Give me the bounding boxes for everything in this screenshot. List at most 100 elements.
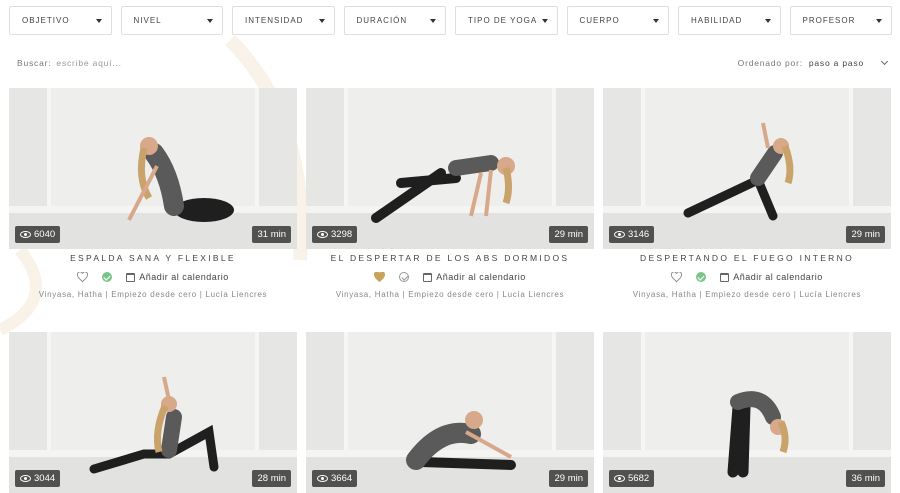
add-to-calendar-button[interactable]: Añadir al calendario <box>126 272 229 282</box>
class-title[interactable]: Despertando el fuego interno <box>603 253 891 264</box>
filter-dropdown-nivel[interactable]: Nivel <box>120 6 223 35</box>
filter-dropdown-intensidad[interactable]: Intensidad <box>232 6 335 35</box>
tag-link[interactable]: Lucía Liencres <box>799 290 861 299</box>
class-title[interactable]: El despertar de los abs dormidos <box>306 253 594 264</box>
search-input[interactable] <box>56 58 177 68</box>
filter-label: Cuerpo <box>579 16 620 25</box>
tag-separator: | <box>696 290 706 299</box>
views-count: 3298 <box>331 229 353 240</box>
filter-dropdown-habilidad[interactable]: Habilidad <box>678 6 781 35</box>
tag-link[interactable]: Empiezo desde cero <box>705 290 791 299</box>
class-tags: Vinyasa, Hatha | Empiezo desde cero | Lu… <box>306 290 594 301</box>
duration-badge: 29 min <box>846 226 885 243</box>
class-title[interactable]: Espalda sana y flexible <box>9 253 297 264</box>
filter-label: Intensidad <box>245 16 304 25</box>
completed-check-icon[interactable] <box>696 272 707 282</box>
eye-icon <box>20 231 31 238</box>
class-thumbnail[interactable]: 3664 29 min <box>306 332 594 493</box>
calendar-icon <box>423 272 433 282</box>
class-actions: Añadir al calendario <box>603 270 891 284</box>
completed-check-icon[interactable] <box>399 272 410 282</box>
class-thumbnail[interactable]: 6040 31 min <box>9 88 297 249</box>
views-count: 3044 <box>34 473 56 484</box>
tag-link[interactable]: Vinyasa, Hatha <box>39 290 103 299</box>
class-thumbnail[interactable]: 5682 36 min <box>603 332 891 493</box>
class-photo <box>306 332 594 493</box>
views-badge: 3298 <box>312 226 358 243</box>
tag-link[interactable]: Vinyasa, Hatha <box>633 290 697 299</box>
filter-dropdown-tipo-de-yoga[interactable]: Tipo de yoga <box>455 6 558 35</box>
add-to-calendar-label: Añadir al calendario <box>139 272 229 282</box>
class-photo <box>603 332 891 493</box>
filter-label: Profesor <box>802 16 856 25</box>
caret-down-icon <box>764 18 771 23</box>
filter-dropdown-duración[interactable]: Duración <box>343 6 446 35</box>
heart-icon[interactable] <box>77 272 89 282</box>
views-badge: 5682 <box>609 470 655 487</box>
filter-dropdown-objetivo[interactable]: Objetivo <box>9 6 112 35</box>
views-badge: 3664 <box>312 470 358 487</box>
heart-icon[interactable] <box>671 272 683 282</box>
filter-bar: Objetivo Nivel Intensidad Duración Tipo de y… <box>9 6 892 35</box>
duration-badge: 29 min <box>549 470 588 487</box>
duration-badge: 36 min <box>846 470 885 487</box>
duration-badge: 28 min <box>252 470 291 487</box>
toolbar: Buscar: Ordenado por: paso a paso <box>17 56 890 70</box>
class-tags: Vinyasa, Hatha | Empiezo desde cero | Lu… <box>603 290 891 301</box>
class-tags: Vinyasa, Hatha | Empiezo desde cero | Lu… <box>9 290 297 301</box>
filter-dropdown-cuerpo[interactable]: Cuerpo <box>566 6 669 35</box>
class-thumbnail[interactable]: 3146 29 min <box>603 88 891 249</box>
add-to-calendar-button[interactable]: Añadir al calendario <box>423 272 526 282</box>
views-count: 5682 <box>628 473 650 484</box>
add-to-calendar-label: Añadir al calendario <box>733 272 823 282</box>
class-card: 3664 29 min <box>306 332 594 493</box>
views-badge: 3044 <box>15 470 61 487</box>
caret-down-icon <box>95 18 102 23</box>
class-photo <box>306 88 594 249</box>
filter-label: Objetivo <box>22 16 70 25</box>
filter-label: Nivel <box>133 16 162 25</box>
eye-icon <box>614 231 625 238</box>
caret-down-icon <box>541 18 548 23</box>
add-to-calendar-button[interactable]: Añadir al calendario <box>720 272 823 282</box>
caret-down-icon <box>207 18 213 23</box>
eye-icon <box>20 475 31 482</box>
completed-check-icon[interactable] <box>102 272 113 282</box>
tag-link[interactable]: Lucía Liencres <box>205 290 267 299</box>
caret-down-icon <box>876 18 882 23</box>
filter-label: Duración <box>356 16 408 25</box>
views-badge: 6040 <box>15 226 61 243</box>
calendar-icon <box>720 272 730 282</box>
filter-dropdown-profesor[interactable]: Profesor <box>789 6 892 35</box>
tag-link[interactable]: Vinyasa, Hatha <box>336 290 400 299</box>
eye-icon <box>614 475 625 482</box>
chevron-down-icon <box>880 57 889 66</box>
class-photo <box>9 332 297 493</box>
class-card: 6040 31 min Espalda sana y flexible Añadir … <box>9 88 297 301</box>
class-actions: Añadir al calendario <box>9 270 297 284</box>
sort-select[interactable]: Ordenado por: paso a paso <box>737 57 890 68</box>
sort-label: Ordenado por: <box>737 58 803 68</box>
duration-badge: 29 min <box>549 226 588 243</box>
class-actions: Añadir al calendario <box>306 270 594 284</box>
check-circle-icon <box>399 272 410 282</box>
class-photo <box>603 88 891 249</box>
tag-link[interactable]: Empiezo desde cero <box>408 290 494 299</box>
tag-separator: | <box>399 290 409 299</box>
heart-icon[interactable] <box>374 272 386 282</box>
eye-icon <box>317 475 328 482</box>
search-box: Buscar: <box>17 58 177 68</box>
tag-link[interactable]: Empiezo desde cero <box>111 290 197 299</box>
search-label: Buscar: <box>17 58 52 68</box>
class-card: 5682 36 min <box>603 332 891 493</box>
eye-icon <box>317 231 328 238</box>
views-count: 3664 <box>331 473 353 484</box>
class-photo <box>9 88 297 249</box>
class-thumbnail[interactable]: 3298 29 min <box>306 88 594 249</box>
class-thumbnail[interactable]: 3044 28 min <box>9 332 297 493</box>
check-circle-icon <box>102 272 113 282</box>
caret-down-icon <box>653 18 659 23</box>
class-card: 3044 28 min <box>9 332 297 493</box>
check-circle-icon <box>696 272 707 282</box>
tag-link[interactable]: Lucía Liencres <box>502 290 564 299</box>
